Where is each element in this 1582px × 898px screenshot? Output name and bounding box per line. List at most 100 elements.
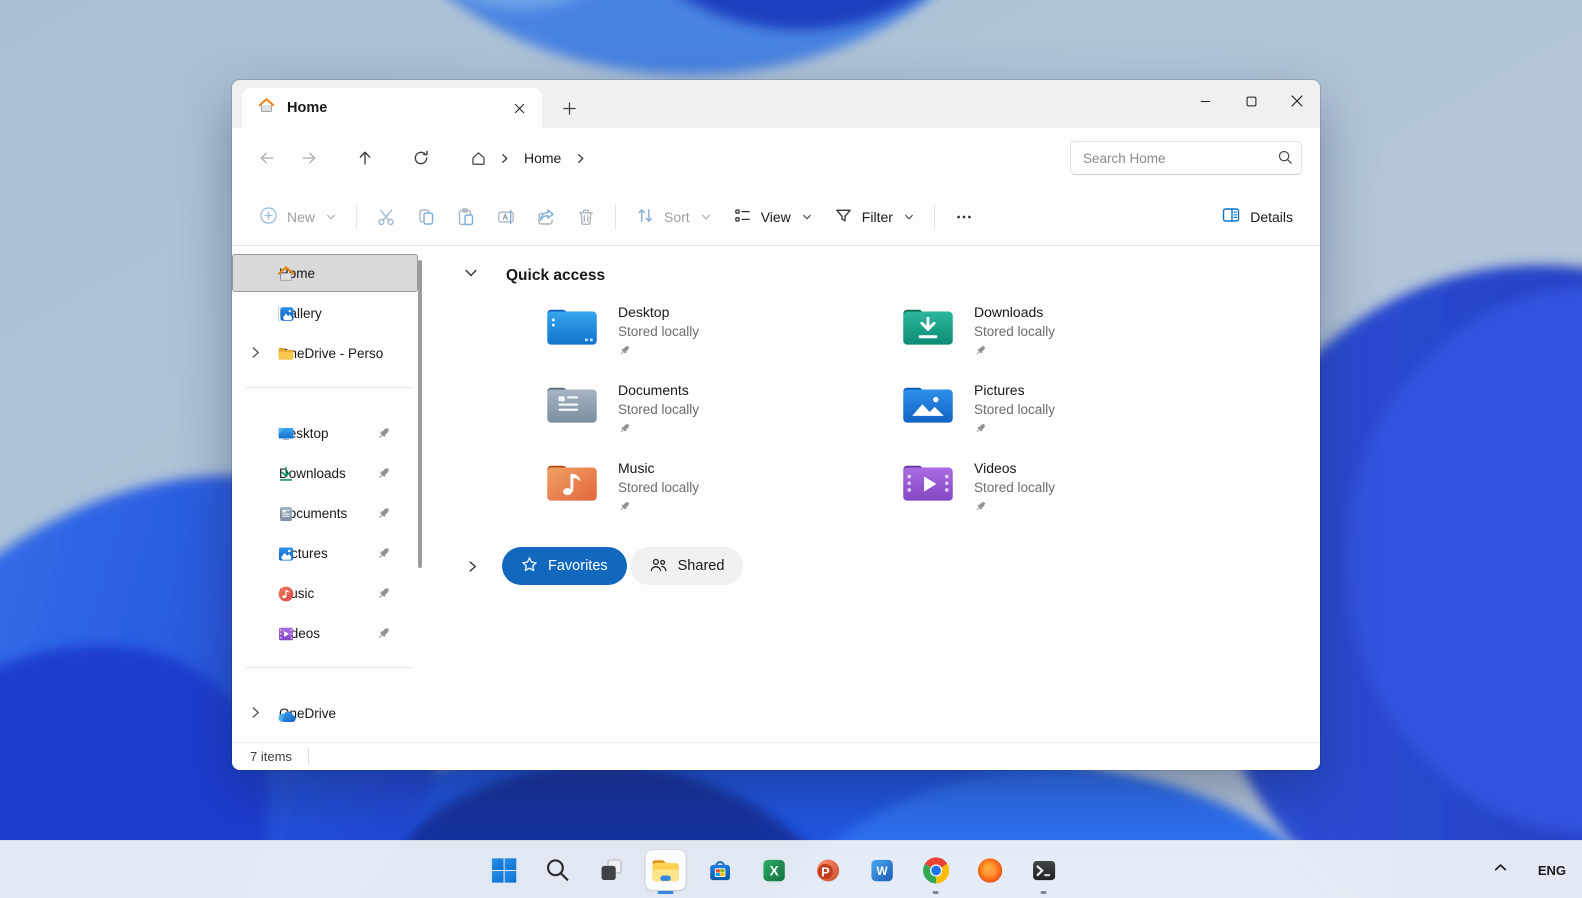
pictures-icon [277, 545, 295, 563]
new-tab-button[interactable] [554, 93, 584, 123]
maximize-button[interactable] [1228, 80, 1274, 122]
chevron-right-icon[interactable] [249, 346, 262, 364]
new-button[interactable]: New [248, 198, 347, 236]
folder-icon [277, 345, 295, 363]
breadcrumb-chevron-icon[interactable] [575, 153, 586, 164]
search-icon[interactable] [1277, 149, 1293, 170]
item-count: 7 items [250, 749, 292, 764]
details-button[interactable]: Details [1210, 198, 1304, 236]
delete-icon[interactable] [566, 198, 606, 236]
onedrive-icon [277, 705, 296, 723]
powerpoint-icon[interactable]: P [808, 850, 848, 890]
breadcrumb-chevron-icon[interactable] [499, 153, 510, 164]
sidebar-item-home[interactable]: Home [232, 254, 418, 292]
sidebar-item-desktop[interactable]: Desktop [232, 414, 418, 452]
tile-music[interactable]: Music Stored locally [545, 459, 901, 518]
tab-close-icon[interactable] [506, 95, 532, 121]
quick-access-header[interactable]: Quick access [462, 246, 1320, 303]
breadcrumb-location[interactable]: Home [518, 146, 567, 170]
svg-text:X: X [769, 863, 778, 878]
tray-chevron-up-icon[interactable] [1493, 860, 1508, 880]
tile-desktop[interactable]: Desktop Stored locally [545, 303, 901, 362]
store-icon[interactable] [700, 850, 740, 890]
details-label: Details [1250, 208, 1293, 225]
desktop: Home Home Search Home New Sort View Filt… [0, 0, 1582, 898]
search-icon[interactable] [538, 850, 578, 890]
excel-icon[interactable]: X [754, 850, 794, 890]
sidebar-item-downloads[interactable]: Downloads [232, 454, 418, 492]
tile-name: Desktop [618, 304, 670, 320]
gallery-icon [277, 305, 295, 323]
sidebar-item-onedrive-personal[interactable]: OneDrive - Perso [232, 334, 418, 372]
breadcrumb-home-icon[interactable] [470, 150, 487, 167]
pin-icon [376, 626, 391, 646]
desktop-icon [277, 425, 295, 443]
start-icon[interactable] [484, 850, 524, 890]
shared-pivot[interactable]: Shared [629, 547, 744, 585]
taskbar: X P W ENG [0, 840, 1582, 898]
people-icon [649, 555, 668, 578]
sidebar-item-videos[interactable]: Videos [232, 614, 418, 652]
tile-name: Music [618, 460, 655, 476]
copy-icon[interactable] [406, 198, 446, 236]
tile-status: Stored locally [974, 324, 1056, 339]
pin-icon [618, 422, 699, 440]
task-view-icon[interactable] [592, 850, 632, 890]
tile-name: Downloads [974, 304, 1044, 320]
sidebar-item-onedrive[interactable]: OneDrive [232, 694, 418, 732]
paste-icon[interactable] [446, 198, 486, 236]
up-icon[interactable] [348, 141, 382, 175]
command-bar: New Sort View Filter Details [232, 188, 1320, 246]
chrome-icon[interactable] [916, 850, 956, 894]
filter-button[interactable]: Filter [823, 198, 925, 236]
terminal-icon[interactable] [1024, 850, 1064, 894]
sort-label: Sort [664, 208, 690, 225]
documents-folder-icon [545, 381, 599, 431]
sidebar-scrollbar[interactable] [418, 260, 422, 568]
refresh-icon[interactable] [404, 141, 438, 175]
tile-videos[interactable]: Videos Stored locally [901, 459, 1257, 518]
file-explorer-icon[interactable] [645, 850, 686, 894]
more-icon[interactable] [944, 198, 984, 236]
sort-button[interactable]: Sort [625, 198, 722, 236]
share-icon[interactable] [526, 198, 566, 236]
sidebar-divider [246, 387, 412, 388]
sidebar-item-documents[interactable]: Documents [232, 494, 418, 532]
sidebar-item-pictures[interactable]: Pictures [232, 534, 418, 572]
star-icon [521, 556, 538, 577]
tab-title: Home [287, 100, 328, 116]
music-icon [277, 585, 295, 603]
forward-icon[interactable] [292, 141, 326, 175]
tile-documents[interactable]: Documents Stored locally [545, 381, 901, 440]
sidebar-item-gallery[interactable]: Gallery [232, 294, 418, 332]
chevron-right-icon[interactable] [249, 706, 262, 724]
svg-text:P: P [821, 864, 830, 879]
tile-name: Videos [974, 460, 1017, 476]
downloads-folder-icon [901, 303, 955, 353]
pin-icon [974, 344, 1055, 362]
chevron-right-icon[interactable] [466, 560, 479, 573]
sort-icon [636, 206, 655, 228]
tile-status: Stored locally [618, 324, 700, 339]
sidebar-item-music[interactable]: Music [232, 574, 418, 612]
word-icon[interactable]: W [862, 850, 902, 890]
tile-status: Stored locally [618, 480, 700, 495]
back-icon[interactable] [250, 141, 284, 175]
favorites-pivot[interactable]: Favorites [502, 547, 627, 585]
tile-downloads[interactable]: Downloads Stored locally [901, 303, 1257, 362]
cut-icon[interactable] [366, 198, 406, 236]
tile-pictures[interactable]: Pictures Stored locally [901, 381, 1257, 440]
minimize-button[interactable] [1182, 80, 1228, 122]
desktop-folder-icon [545, 303, 599, 353]
view-button[interactable]: View [722, 198, 823, 236]
filter-icon [834, 206, 853, 228]
rename-icon[interactable] [486, 198, 526, 236]
window-controls [1182, 80, 1320, 122]
firefox-icon[interactable] [970, 850, 1010, 890]
tab-home[interactable]: Home [242, 88, 542, 128]
language-indicator[interactable]: ENG [1538, 863, 1566, 878]
chevron-down-icon [802, 209, 812, 225]
chevron-down-icon[interactable] [464, 266, 478, 285]
search-input[interactable] [1070, 141, 1302, 175]
close-button[interactable] [1274, 80, 1320, 122]
